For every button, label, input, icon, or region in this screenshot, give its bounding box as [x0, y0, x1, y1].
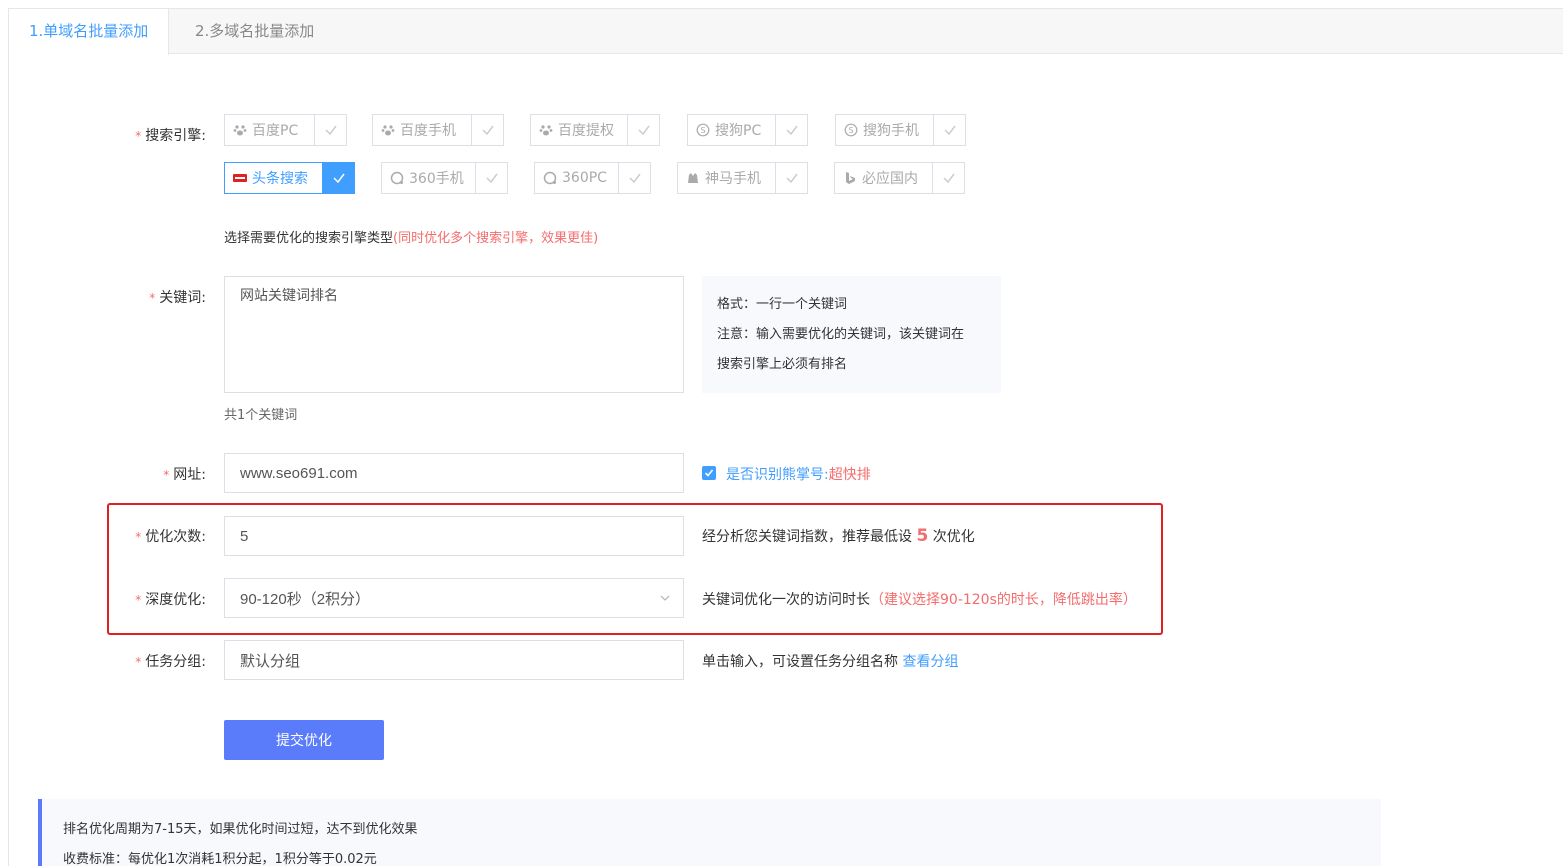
depth-hint: 关键词优化一次的访问时长（建议选择90-120s的时长，降低跳出率）	[702, 592, 1137, 608]
xiongzhang-checkbox[interactable]	[702, 466, 716, 480]
tab-single-domain[interactable]: 1.单域名批量添加	[9, 9, 170, 55]
xiongzhang-checkbox-label[interactable]: 是否识别熊掌号:超快排	[726, 464, 871, 484]
toutiao-icon	[233, 174, 247, 182]
times-hint: 经分析您关键词指数，推荐最低设 5 次优化	[702, 526, 975, 546]
check-icon	[933, 115, 965, 145]
check-icon	[775, 163, 807, 193]
depth-label: * 深度优化:	[135, 592, 206, 608]
360-icon	[543, 171, 557, 185]
baidu-paw-icon	[539, 125, 553, 136]
check-icon	[627, 115, 659, 145]
check-icon	[471, 115, 503, 145]
keywords-textarea[interactable]: 网站关键词排名	[224, 276, 684, 393]
check-icon	[475, 163, 507, 193]
shenma-icon	[688, 173, 698, 183]
svg-text:S: S	[700, 126, 705, 135]
url-input[interactable]: www.seo691.com	[224, 453, 684, 493]
engine-360-pc[interactable]: 360PC	[534, 162, 651, 194]
submit-button[interactable]: 提交优化	[224, 720, 384, 760]
engine-bing-cn[interactable]: 必应国内	[834, 162, 965, 194]
group-label: * 任务分组:	[135, 654, 206, 670]
times-input[interactable]: 5	[224, 516, 684, 556]
engine-baidu-boost[interactable]: 百度提权	[530, 114, 660, 146]
tab-multi-domain[interactable]: 2.多域名批量添加	[175, 9, 334, 54]
baidu-paw-icon	[233, 125, 247, 136]
engine-360-mobile[interactable]: 360手机	[381, 162, 508, 194]
baidu-paw-icon	[381, 125, 395, 136]
group-input[interactable]: 默认分组	[224, 640, 684, 680]
engine-baidu-pc[interactable]: 百度PC	[224, 114, 347, 146]
notice-box: 排名优化周期为7-15天，如果优化时间过短，达不到优化效果 收费标准：每优化1次…	[38, 799, 1381, 866]
url-label: * 网址:	[163, 467, 206, 483]
check-icon	[775, 115, 807, 145]
check-icon	[618, 163, 650, 193]
keywords-format-tip: 格式：一行一个关键词 注意：输入需要优化的关键词，该关键词在 搜索引擎上必须有排…	[702, 276, 1001, 393]
sogou-icon: S	[844, 123, 858, 137]
engine-sogou-pc[interactable]: S 搜狗PC	[687, 114, 808, 146]
engine-shenma-mobile[interactable]: 神马手机	[677, 162, 808, 194]
depth-select[interactable]: 90-120秒（2积分）	[224, 578, 684, 618]
engine-hint: 选择需要优化的搜索引擎类型(同时优化多个搜索引擎，效果更佳)	[224, 231, 599, 246]
keyword-count: 共1个关键词	[224, 408, 298, 423]
check-icon	[314, 115, 346, 145]
chevron-down-icon	[660, 595, 670, 601]
360-icon	[390, 171, 404, 185]
view-groups-link[interactable]: 查看分组	[902, 654, 958, 670]
engine-sogou-mobile[interactable]: S 搜狗手机	[835, 114, 966, 146]
svg-text:S: S	[848, 126, 853, 135]
sogou-icon: S	[696, 123, 710, 137]
bing-icon	[846, 172, 855, 184]
keywords-label: * 关键词:	[149, 290, 206, 306]
search-engine-label: * 搜索引擎:	[135, 128, 206, 144]
tab-bar: 1.单域名批量添加 2.多域名批量添加	[9, 9, 1563, 55]
times-label: * 优化次数:	[135, 529, 206, 545]
engine-toutiao[interactable]: 头条搜索	[224, 162, 355, 194]
check-icon	[322, 163, 354, 193]
engine-baidu-mobile[interactable]: 百度手机	[372, 114, 504, 146]
group-hint: 单击输入，可设置任务分组名称 查看分组	[702, 654, 959, 670]
check-icon	[932, 163, 964, 193]
